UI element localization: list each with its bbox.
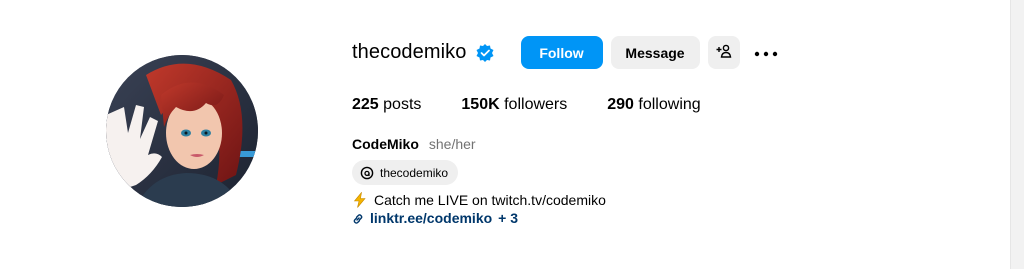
message-button[interactable]: Message bbox=[610, 36, 700, 69]
followers-count: 150K bbox=[461, 96, 500, 113]
link-icon bbox=[352, 212, 364, 224]
following-count: 290 bbox=[607, 96, 634, 113]
additional-links-count[interactable]: + 3 bbox=[498, 210, 518, 226]
avatar-image bbox=[106, 55, 258, 207]
more-options-button[interactable] bbox=[752, 39, 780, 67]
profile-stats: 225 posts 150K followers 290 following bbox=[352, 96, 741, 114]
threads-handle: thecodemiko bbox=[380, 165, 449, 180]
profile-avatar[interactable] bbox=[106, 55, 258, 207]
threads-icon bbox=[360, 166, 374, 180]
suggested-accounts-button[interactable] bbox=[707, 36, 740, 69]
verified-badge-icon bbox=[475, 43, 495, 63]
profile-bio: Catch me LIVE on twitch.tv/codemiko bbox=[352, 191, 606, 208]
profile-link[interactable]: linktr.ee/codemiko bbox=[370, 210, 492, 226]
threads-link-chip[interactable]: thecodemiko bbox=[352, 160, 459, 185]
posts-label: posts bbox=[383, 96, 422, 113]
posts-stat: 225 posts bbox=[352, 96, 421, 114]
profile-full-name: CodeMiko bbox=[352, 136, 419, 152]
posts-count: 225 bbox=[352, 96, 379, 113]
profile-header-row: thecodemiko Follow Message bbox=[352, 36, 780, 69]
profile-name-row: CodeMiko she/her bbox=[352, 136, 476, 152]
following-label: following bbox=[638, 96, 701, 113]
person-add-icon bbox=[716, 43, 732, 62]
bio-text: Catch me LIVE on twitch.tv/codemiko bbox=[374, 192, 606, 208]
follow-button[interactable]: Follow bbox=[520, 36, 603, 69]
following-stat[interactable]: 290 following bbox=[607, 96, 700, 114]
profile-pronouns: she/her bbox=[428, 136, 476, 152]
more-options-icon bbox=[754, 44, 778, 62]
page-scrollbar[interactable] bbox=[1010, 0, 1024, 269]
followers-label: followers bbox=[504, 96, 568, 113]
profile-link-row[interactable]: linktr.ee/codemiko + 3 bbox=[352, 210, 518, 226]
profile-username: thecodemiko bbox=[352, 41, 467, 63]
lightning-bolt-icon bbox=[352, 191, 368, 208]
followers-stat[interactable]: 150K followers bbox=[461, 96, 567, 114]
